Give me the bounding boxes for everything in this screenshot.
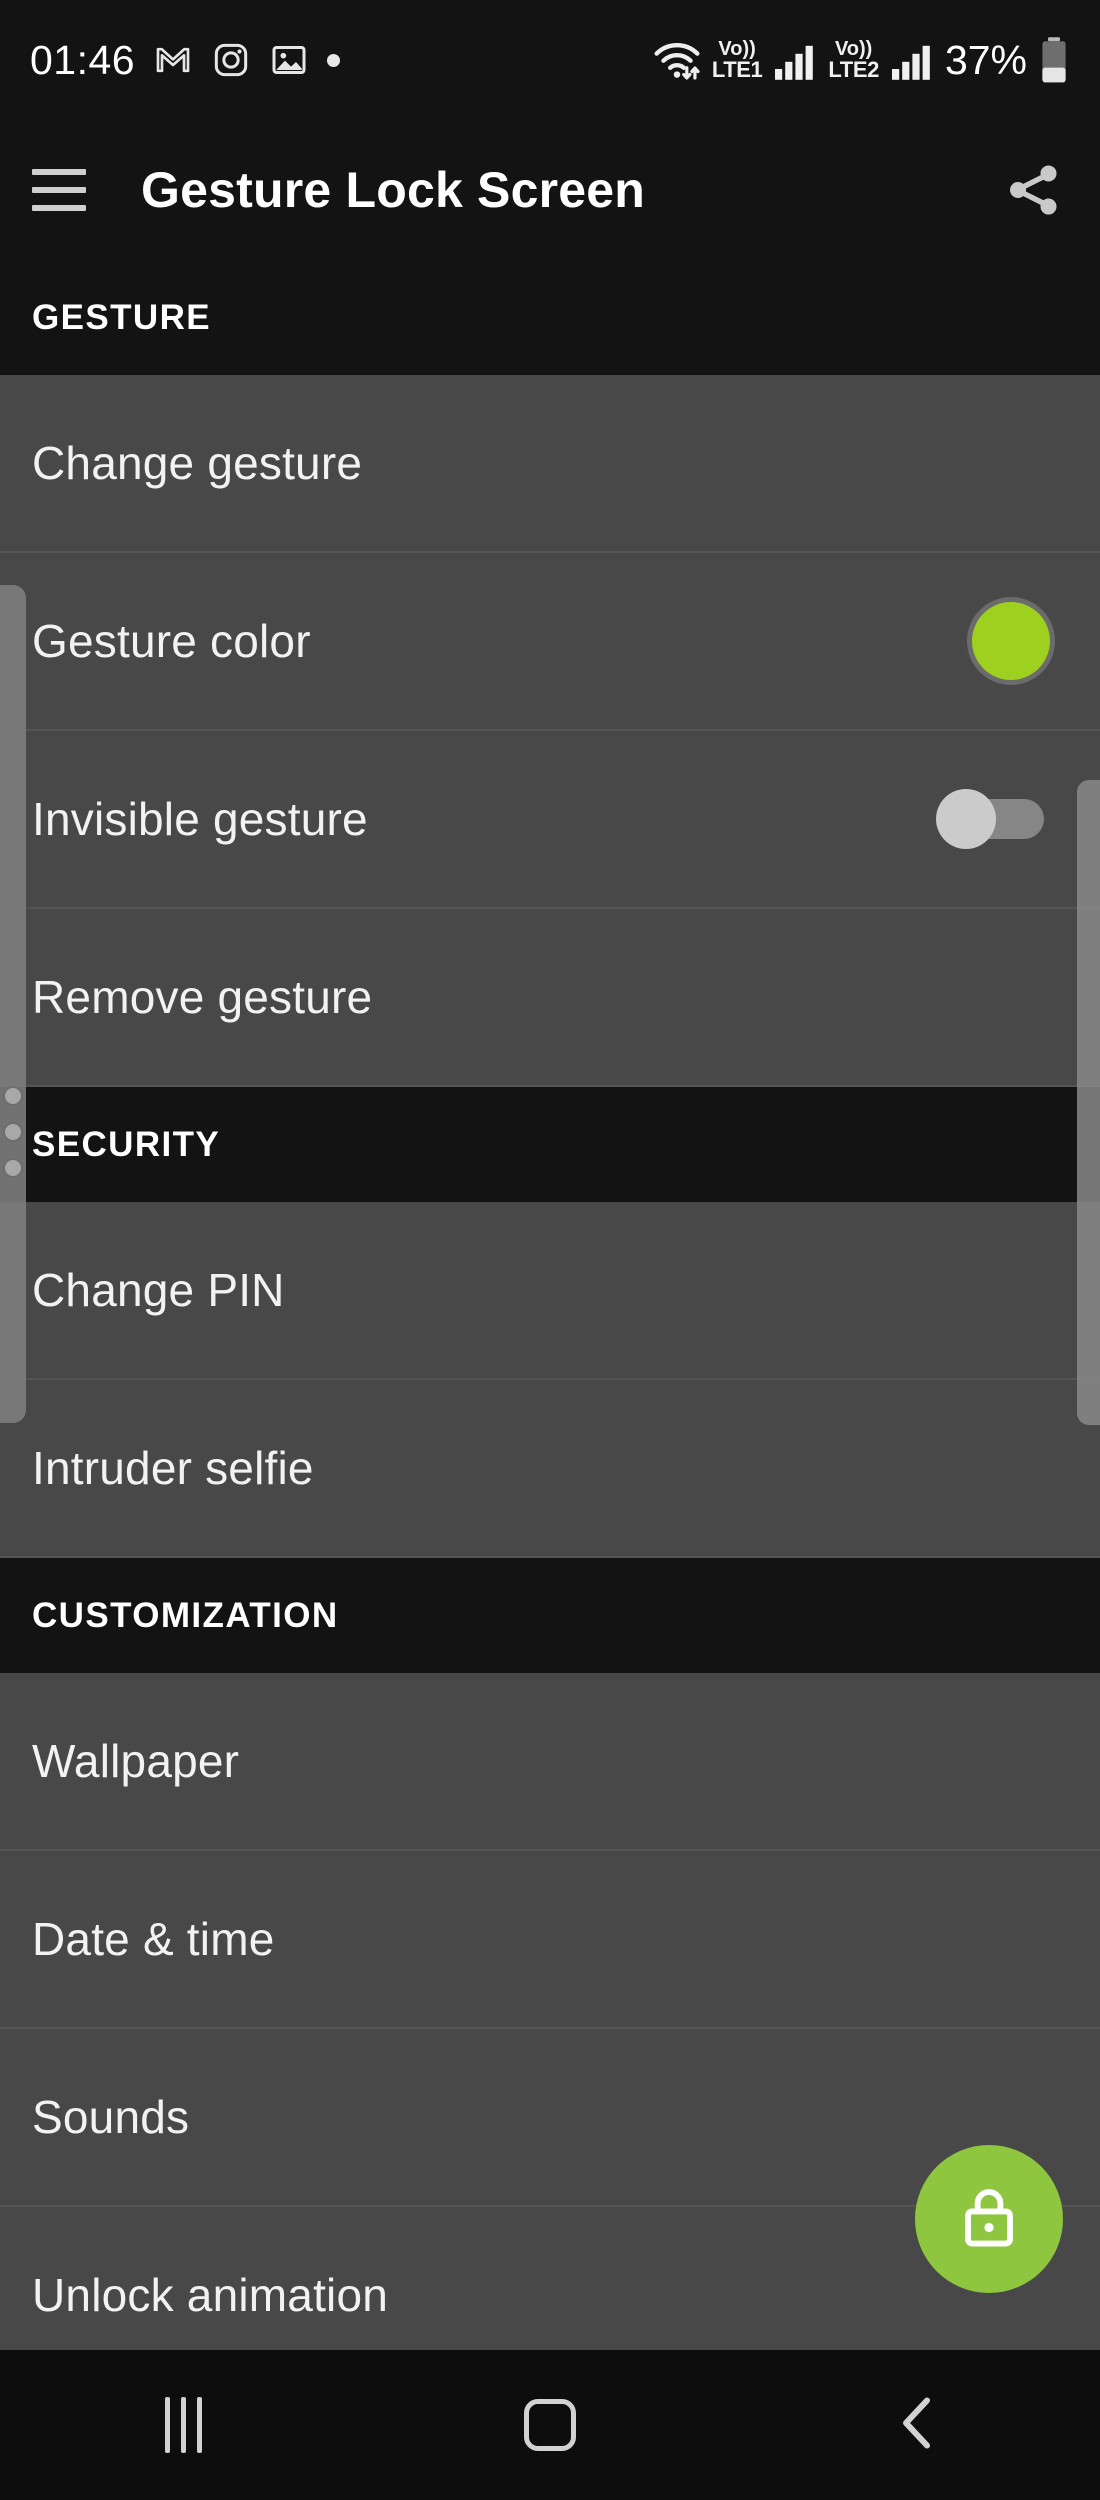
volte-sim2-volte-label: Vo)) — [834, 38, 873, 60]
home-button[interactable] — [367, 2350, 734, 2500]
volte-sim2-icon: Vo)) LTE2 — [828, 39, 879, 81]
recents-button[interactable] — [0, 2350, 367, 2500]
volte-sim1-icon: Vo)) LTE1 — [712, 39, 763, 81]
list-item-label: Change PIN — [32, 1264, 285, 1316]
section-header-gesture: GESTURE — [0, 260, 1100, 375]
list-item-accessory[interactable] — [936, 789, 1068, 849]
instagram-icon — [211, 40, 251, 80]
status-bar-left: 01:46 — [30, 36, 341, 84]
fast-scroll-grip-icon[interactable] — [3, 1086, 23, 1178]
vertical-scrollbar-thumb[interactable] — [1077, 780, 1100, 1425]
signal-bars-sim2-icon — [890, 39, 934, 81]
signal-bars-sim1-icon — [773, 39, 817, 81]
hamburger-menu-icon[interactable] — [32, 169, 86, 211]
list-item-intruder-selfie[interactable]: Intruder selfie — [0, 1380, 1100, 1558]
list-item-accessory[interactable] — [972, 602, 1068, 680]
list-item-label: Gesture color — [32, 615, 311, 667]
list-item-label: Change gesture — [32, 437, 363, 489]
list-item-label: Remove gesture — [32, 971, 373, 1023]
system-navigation-bar — [0, 2350, 1100, 2500]
section-header-customization: CUSTOMIZATION — [0, 1558, 1100, 1673]
gesture-color-swatch[interactable] — [972, 602, 1050, 680]
invisible-gesture-toggle[interactable] — [936, 789, 1046, 849]
dot-indicator-icon — [327, 53, 341, 67]
back-button[interactable] — [733, 2350, 1100, 2500]
status-bar: 01:46 Vo)) LTE1 Vo)) LTE2 37% — [0, 0, 1100, 120]
list-item-remove-gesture[interactable]: Remove gesture — [0, 909, 1100, 1087]
list-item-label: Intruder selfie — [32, 1442, 314, 1494]
section-header-label: SECURITY — [32, 1124, 221, 1164]
list-item-change-gesture[interactable]: Change gesture — [0, 375, 1100, 553]
status-bar-clock: 01:46 — [30, 36, 136, 83]
list-item-label: Unlock animation — [32, 2269, 389, 2321]
list-item-label: Sounds — [32, 2091, 190, 2143]
list-item-date-time[interactable]: Date & time — [0, 1851, 1100, 2029]
lock-icon — [952, 2180, 1026, 2259]
list-item-label: Wallpaper — [32, 1735, 240, 1787]
status-bar-right: Vo)) LTE1 Vo)) LTE2 37% — [653, 36, 1070, 84]
section-header-label: GESTURE — [32, 297, 211, 337]
list-item-change-pin[interactable]: Change PIN — [0, 1202, 1100, 1380]
phone-screen: 01:46 Vo)) LTE1 Vo)) LTE2 37% Gesture Lo… — [0, 0, 1100, 2500]
list-item-label: Date & time — [32, 1913, 275, 1965]
list-item-wallpaper[interactable]: Wallpaper — [0, 1673, 1100, 1851]
section-header-label: CUSTOMIZATION — [32, 1595, 339, 1635]
volte-sim1-volte-label: Vo)) — [718, 38, 756, 60]
home-icon — [524, 2399, 576, 2451]
list-item-label: Invisible gesture — [32, 793, 368, 845]
toggle-knob — [936, 789, 996, 849]
volte-sim2-network-label: LTE2 — [828, 57, 879, 82]
settings-list[interactable]: GESTURE Change gesture Gesture color Inv… — [0, 260, 1100, 2350]
gmail-icon — [153, 40, 193, 80]
volte-sim1-network-label: LTE1 — [711, 57, 763, 82]
fast-scroll-handle[interactable] — [0, 585, 26, 1423]
list-item-invisible-gesture[interactable]: Invisible gesture — [0, 731, 1100, 909]
list-item-gesture-color[interactable]: Gesture color — [0, 553, 1100, 731]
battery-icon — [1038, 36, 1070, 84]
share-icon[interactable] — [998, 155, 1068, 225]
section-header-security: SECURITY — [0, 1087, 1100, 1202]
battery-percent-label: 37% — [944, 36, 1027, 83]
wifi-icon — [653, 38, 701, 82]
app-toolbar: Gesture Lock Screen — [0, 120, 1100, 260]
page-title: Gesture Lock Screen — [141, 162, 646, 218]
back-icon — [892, 2393, 942, 2458]
gallery-icon — [269, 40, 309, 80]
lock-now-fab[interactable] — [915, 2145, 1063, 2293]
recents-icon — [164, 2397, 202, 2453]
